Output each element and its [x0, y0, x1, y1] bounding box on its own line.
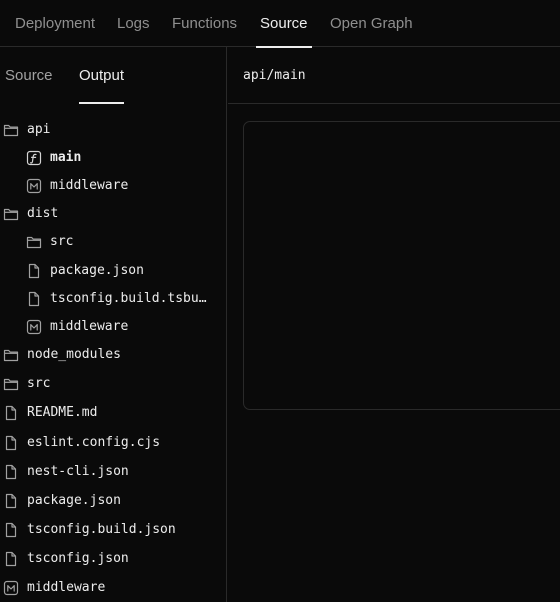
middleware-icon	[26, 319, 42, 335]
tree-item-label: src	[50, 234, 74, 249]
tree-item-label: package.json	[27, 493, 121, 508]
file-icon	[3, 551, 19, 567]
tree-item-src[interactable]: src	[0, 229, 226, 255]
code-viewer[interactable]	[243, 121, 560, 410]
tree-item-main[interactable]: main	[0, 145, 226, 171]
tree-item-label: middleware	[27, 580, 106, 595]
tree-item-label: node_modules	[27, 347, 121, 362]
file-header: api/main	[228, 47, 560, 104]
sidebar-tab-output[interactable]: Output	[79, 47, 125, 104]
file-icon	[3, 493, 19, 509]
tree-item-node-modules[interactable]: node_modules	[0, 342, 226, 368]
tree-item-label: README.md	[27, 405, 98, 420]
tree-item-api[interactable]: api	[0, 117, 226, 143]
tree-item-dist[interactable]: dist	[0, 201, 226, 227]
folder-icon	[3, 122, 19, 138]
tab-open-graph[interactable]: Open Graph	[330, 0, 413, 47]
tree-item-tsconfig-build-json[interactable]: tsconfig.build.json	[0, 517, 226, 543]
tree-item-src[interactable]: src	[0, 371, 226, 397]
tree-item-label: middleware	[50, 178, 129, 193]
file-icon	[26, 263, 42, 279]
file-icon	[3, 464, 19, 480]
tree-item-label: main	[50, 150, 82, 165]
function-file-icon	[26, 150, 42, 166]
tree-item-label: tsconfig.build.json	[27, 522, 176, 537]
folder-icon	[3, 376, 19, 392]
tree-item-label: api	[27, 122, 51, 137]
tree-item-package-json[interactable]: package.json	[0, 488, 226, 514]
folder-icon	[3, 206, 19, 222]
file-icon	[3, 435, 19, 451]
folder-icon	[26, 234, 42, 250]
tree-item-tsconfig-build-tsbu[interactable]: tsconfig.build.tsbu…	[0, 286, 226, 312]
tree-item-label: nest-cli.json	[27, 464, 129, 479]
sidebar-tabs: Source Output	[0, 47, 226, 104]
middleware-icon	[3, 580, 19, 596]
tree-item-label: dist	[27, 206, 59, 221]
tree-item-eslint-config-cjs[interactable]: eslint.config.cjs	[0, 430, 226, 456]
tree-item-label: tsconfig.json	[27, 551, 129, 566]
tree-item-label: package.json	[50, 263, 144, 278]
file-icon	[3, 405, 19, 421]
tree-item-middleware[interactable]: middleware	[0, 173, 226, 199]
tree-item-label: middleware	[50, 319, 129, 334]
middleware-icon	[26, 178, 42, 194]
tab-functions[interactable]: Functions	[172, 0, 237, 47]
file-icon	[3, 522, 19, 538]
tree-item-nest-cli-json[interactable]: nest-cli.json	[0, 459, 226, 485]
file-path: api/main	[243, 68, 306, 83]
tree-item-middleware[interactable]: middleware	[0, 575, 226, 601]
tree-item-label: eslint.config.cjs	[27, 435, 161, 450]
top-navigation: Deployment Logs Functions Source Open Gr…	[0, 0, 560, 48]
tree-item-middleware[interactable]: middleware	[0, 314, 226, 340]
file-sidebar: Source Output api main middleware dist src pa…	[0, 47, 227, 602]
tree-item-label: tsconfig.build.tsbu…	[50, 291, 207, 306]
sidebar-tab-source[interactable]: Source	[5, 47, 53, 104]
main-panel: api/main	[228, 47, 560, 602]
tab-logs[interactable]: Logs	[117, 0, 150, 47]
tab-source[interactable]: Source	[256, 0, 312, 48]
tree-item-tsconfig-json[interactable]: tsconfig.json	[0, 546, 226, 572]
folder-icon	[3, 347, 19, 363]
tree-item-package-json[interactable]: package.json	[0, 258, 226, 284]
tree-item-label: src	[27, 376, 51, 391]
tab-deployment[interactable]: Deployment	[15, 0, 95, 47]
tree-item-readme-md[interactable]: README.md	[0, 400, 226, 426]
file-icon	[26, 291, 42, 307]
